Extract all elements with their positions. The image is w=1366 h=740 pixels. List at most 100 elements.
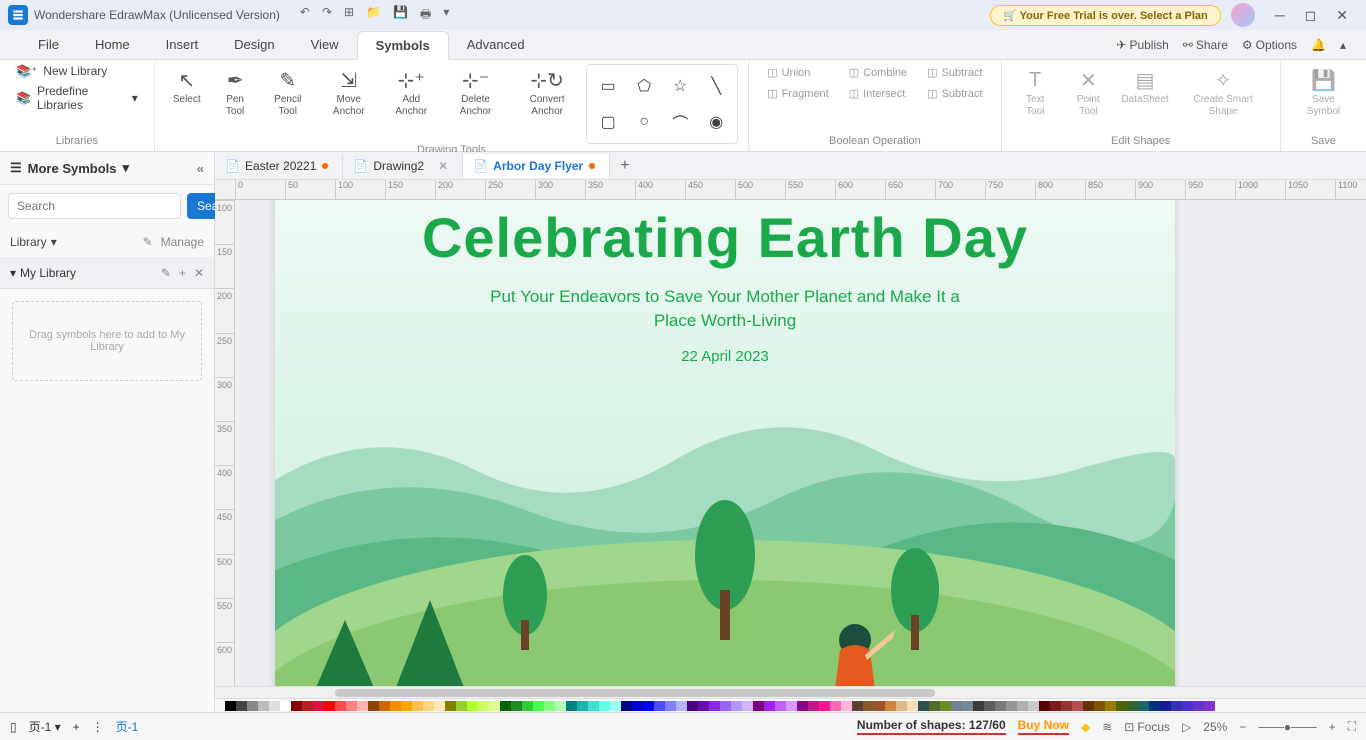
poster-title[interactable]: Celebrating Earth Day [275, 200, 1175, 270]
color-swatch[interactable] [456, 701, 467, 711]
menu-view[interactable]: View [293, 31, 357, 58]
convert-anchor-tool[interactable]: ⊹↻Convert Anchor [512, 64, 582, 122]
horizontal-scrollbar[interactable] [215, 686, 1366, 698]
color-swatch[interactable] [951, 701, 962, 711]
color-swatch[interactable] [1094, 701, 1105, 711]
undo-icon[interactable]: ↶ [300, 5, 310, 26]
menu-advanced[interactable]: Advanced [449, 31, 543, 58]
color-swatch[interactable] [324, 701, 335, 711]
color-swatch[interactable] [1083, 701, 1094, 711]
color-swatch[interactable] [555, 701, 566, 711]
qat-dropdown-icon[interactable]: ▾ [443, 5, 449, 26]
color-swatch[interactable] [445, 701, 456, 711]
color-swatch[interactable] [797, 701, 808, 711]
document-page[interactable]: Celebrating Earth Day Put Your Endeavors… [275, 200, 1175, 686]
color-swatch[interactable] [808, 701, 819, 711]
library-drop-zone[interactable]: Drag symbols here to add to My Library [12, 301, 202, 381]
remove-icon[interactable]: ✕ [194, 266, 204, 280]
color-swatch[interactable] [907, 701, 918, 711]
zoom-out-button[interactable]: − [1239, 720, 1246, 734]
zoom-slider[interactable]: ───●─── [1258, 720, 1316, 734]
color-swatch[interactable] [830, 701, 841, 711]
color-swatch[interactable] [918, 701, 929, 711]
color-swatch[interactable] [247, 701, 258, 711]
color-swatch[interactable] [478, 701, 489, 711]
edit-icon[interactable]: ✎ [143, 235, 153, 249]
color-swatch[interactable] [434, 701, 445, 711]
notification-icon[interactable]: 🔔 [1311, 38, 1326, 52]
color-swatch[interactable] [467, 701, 478, 711]
color-swatch[interactable] [764, 701, 775, 711]
new-library-button[interactable]: 📚⁺New Library [16, 64, 138, 78]
color-swatch[interactable] [610, 701, 621, 711]
color-swatch[interactable] [500, 701, 511, 711]
smart-shape-tool[interactable]: ✧Create Smart Shape [1176, 64, 1270, 122]
color-swatch[interactable] [599, 701, 610, 711]
poster-subtitle[interactable]: Put Your Endeavors to Save Your Mother P… [275, 285, 1175, 333]
color-swatch[interactable] [368, 701, 379, 711]
more-symbols-header[interactable]: ☰ More Symbols ▾ « [0, 152, 214, 185]
text-tool[interactable]: TText Tool [1012, 64, 1059, 122]
menu-home[interactable]: Home [77, 31, 148, 58]
close-button[interactable]: ✕ [1326, 7, 1358, 24]
color-swatch[interactable] [269, 701, 280, 711]
pencil-tool[interactable]: ✎Pencil Tool [261, 64, 314, 122]
menu-design[interactable]: Design [216, 31, 292, 58]
color-swatch[interactable] [566, 701, 577, 711]
tab-arbor-day[interactable]: 📄 Arbor Day Flyer [463, 154, 610, 178]
color-swatch[interactable] [1171, 701, 1182, 711]
color-swatch[interactable] [302, 701, 313, 711]
color-swatch[interactable] [841, 701, 852, 711]
fragment-button[interactable]: ◫Fragment [763, 85, 832, 102]
new-icon[interactable]: ⊞ [344, 5, 354, 26]
shape-star[interactable]: ☆ [665, 71, 695, 101]
color-swatch[interactable] [720, 701, 731, 711]
add-anchor-tool[interactable]: ⊹⁺Add Anchor [383, 64, 439, 122]
color-swatch[interactable] [357, 701, 368, 711]
color-swatch[interactable] [940, 701, 951, 711]
options-button[interactable]: ⚙ Options [1242, 38, 1297, 52]
page-menu-icon[interactable]: ⋮ [92, 720, 104, 734]
scrollbar-thumb[interactable] [335, 689, 935, 697]
canvas[interactable]: Celebrating Earth Day Put Your Endeavors… [235, 200, 1366, 686]
color-swatch[interactable] [544, 701, 555, 711]
color-swatch[interactable] [511, 701, 522, 711]
add-icon[interactable]: + [179, 266, 186, 280]
ribbon-collapse-icon[interactable]: ▴ [1340, 38, 1346, 52]
new-tab-button[interactable]: + [610, 157, 639, 175]
color-swatch[interactable] [280, 701, 291, 711]
trial-banner[interactable]: 🛒 Your Free Trial is over. Select a Plan [990, 5, 1221, 26]
color-swatch[interactable] [984, 701, 995, 711]
color-swatch[interactable] [1039, 701, 1050, 711]
combine-button[interactable]: ◫Combine [845, 64, 911, 81]
page-tab[interactable]: 页-1 [116, 718, 139, 735]
save-icon[interactable]: 💾 [393, 5, 408, 26]
intersect-button[interactable]: ◫Intersect [845, 85, 911, 102]
color-swatch[interactable] [676, 701, 687, 711]
color-swatch[interactable] [522, 701, 533, 711]
union-button[interactable]: ◫Union [763, 64, 832, 81]
color-swatch[interactable] [775, 701, 786, 711]
tab-easter[interactable]: 📄 Easter 20221 [215, 154, 343, 178]
menu-symbols[interactable]: Symbols [357, 31, 449, 60]
shape-line[interactable]: ╲ [701, 71, 731, 101]
color-swatch[interactable] [1072, 701, 1083, 711]
manage-button[interactable]: Manage [161, 235, 204, 249]
point-tool[interactable]: ✕Point Tool [1063, 64, 1114, 122]
open-icon[interactable]: 📁 [366, 5, 381, 26]
color-swatch[interactable] [885, 701, 896, 711]
publish-button[interactable]: ✈ Publish [1116, 38, 1168, 52]
color-swatch[interactable] [786, 701, 797, 711]
color-swatch[interactable] [1160, 701, 1171, 711]
layers-icon[interactable]: ≋ [1102, 720, 1112, 734]
color-swatch[interactable] [973, 701, 984, 711]
shape-rounded[interactable]: ▢ [593, 107, 623, 137]
menu-file[interactable]: File [20, 31, 77, 58]
collapse-panel-icon[interactable]: « [197, 161, 204, 176]
color-swatch[interactable] [291, 701, 302, 711]
color-swatch[interactable] [1116, 701, 1127, 711]
redo-icon[interactable]: ↷ [322, 5, 332, 26]
color-swatch[interactable] [379, 701, 390, 711]
color-swatch[interactable] [225, 701, 236, 711]
save-symbol-tool[interactable]: 💾Save Symbol [1291, 64, 1356, 122]
